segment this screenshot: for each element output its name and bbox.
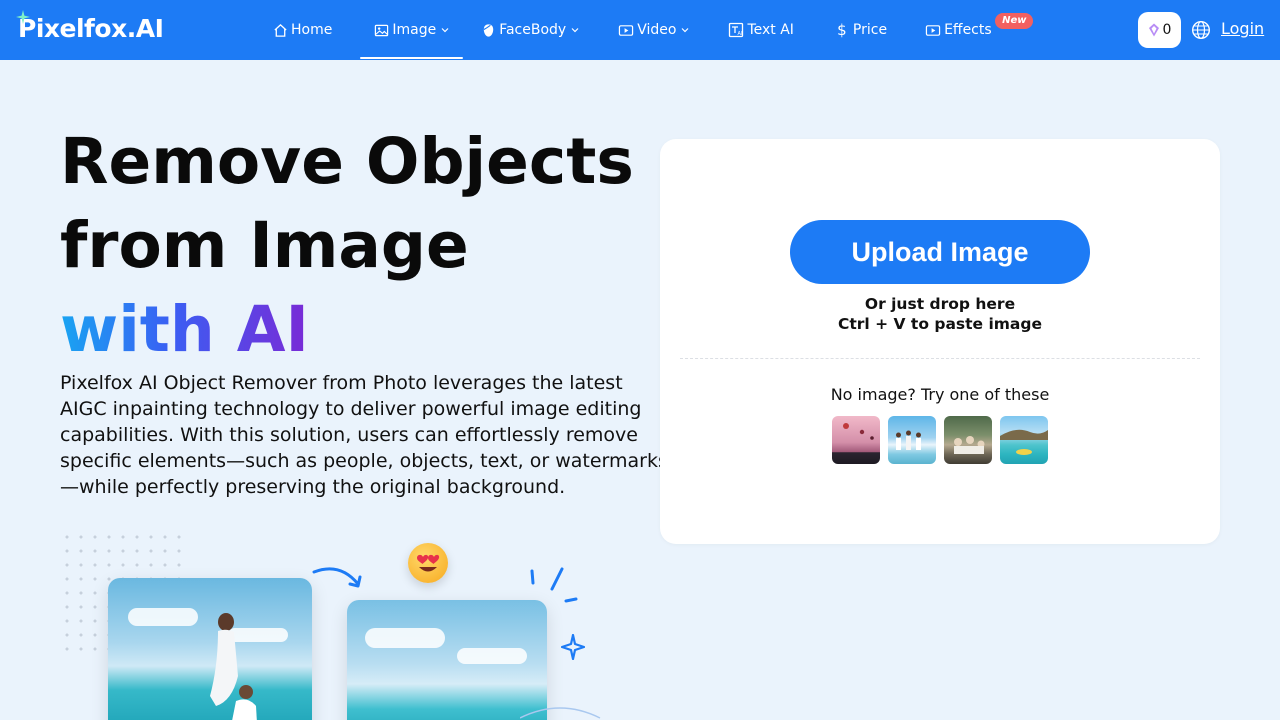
- before-photo: [108, 578, 312, 720]
- nav-item-image[interactable]: Image: [360, 0, 464, 60]
- sparkle-lines-icon: [530, 567, 578, 603]
- chevron-down-icon: [571, 28, 579, 33]
- drop-hint-text: Or just drop here: [864, 295, 1016, 313]
- gem-icon: [1148, 23, 1159, 37]
- nav-item-facebody[interactable]: FaceBody: [480, 0, 580, 60]
- samples-label: No image? Try one of these: [830, 385, 1050, 404]
- image-icon: [373, 22, 389, 38]
- top-navbar: Pixelfox.AI Home Image FaceBody Video AI…: [0, 0, 1280, 60]
- nav-label-price: Price: [852, 22, 888, 38]
- dollar-icon: $: [837, 21, 847, 39]
- credits-count: 0: [1162, 22, 1172, 38]
- nav-item-text-ai[interactable]: AI Text AI: [728, 0, 794, 60]
- nav-item-price[interactable]: $ Price: [834, 0, 887, 60]
- svg-text:AI: AI: [738, 31, 743, 37]
- paste-hint-text: Ctrl + V to paste image: [838, 315, 1042, 333]
- sample-images: [832, 416, 1048, 464]
- globe-icon[interactable]: [1191, 20, 1211, 40]
- sample-image-forest-group[interactable]: [944, 416, 992, 464]
- nav-item-effects[interactable]: Effects New: [925, 0, 1034, 60]
- nav-item-video[interactable]: Video: [618, 0, 690, 60]
- effects-icon: [925, 22, 941, 38]
- upload-image-button[interactable]: Upload Image: [790, 220, 1090, 284]
- sparkle-icon: [16, 10, 30, 24]
- curve-decoration: [520, 707, 601, 719]
- star-icon: [561, 634, 585, 660]
- text-ai-icon: AI: [728, 22, 744, 38]
- upload-card: Upload Image Or just drop here Ctrl + V …: [660, 139, 1220, 544]
- arrow-icon: [312, 567, 362, 588]
- brand-logo[interactable]: Pixelfox.AI: [16, 10, 164, 43]
- drop-zone-hint[interactable]: Or just drop here Ctrl + V to paste imag…: [660, 294, 1220, 334]
- credits-button[interactable]: 0: [1138, 12, 1181, 48]
- title-line-2: from Image: [60, 209, 469, 282]
- face-icon: [480, 22, 496, 38]
- hero-description: Pixelfox AI Object Remover from Photo le…: [60, 372, 668, 498]
- sample-image-beach-group[interactable]: [888, 416, 936, 464]
- nav-label-effects: Effects: [944, 22, 992, 38]
- after-photo: [347, 600, 547, 720]
- nav-label-image: Image: [392, 22, 437, 38]
- nav-label-video: Video: [637, 22, 677, 38]
- sample-image-coast[interactable]: [1000, 416, 1048, 464]
- nav-label-home: Home: [291, 22, 333, 38]
- main-nav: Home Image FaceBody Video AI Text AI $ P…: [260, 0, 1034, 60]
- home-icon: [272, 22, 288, 38]
- couple-figure: [210, 613, 257, 720]
- title-line-1: Remove Objects: [60, 125, 634, 198]
- brand-name: Pixelfox.AI: [18, 14, 164, 43]
- video-icon: [618, 22, 634, 38]
- nav-item-home[interactable]: Home: [272, 0, 332, 60]
- divider: [680, 358, 1200, 359]
- chevron-down-icon: [682, 28, 689, 33]
- sample-image-balloons[interactable]: [832, 416, 880, 464]
- page-title: Remove Objects from Image with AI: [60, 120, 680, 372]
- nav-label-text-ai: Text AI: [747, 22, 794, 38]
- chevron-down-icon: [441, 28, 449, 33]
- new-badge: New: [995, 13, 1034, 29]
- nav-label-facebody: FaceBody: [499, 22, 567, 38]
- heart-eyes-emoji-icon: [408, 543, 448, 583]
- login-link[interactable]: Login: [1221, 19, 1264, 38]
- title-line-3: with AI: [60, 293, 309, 366]
